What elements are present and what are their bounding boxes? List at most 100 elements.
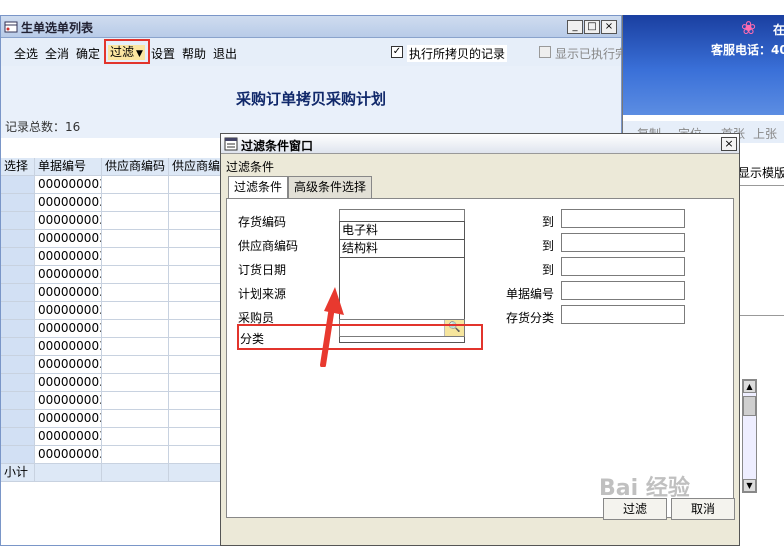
row-select-cell[interactable]	[1, 392, 35, 410]
column-header[interactable]: 供应商编码	[102, 158, 169, 176]
row-select-cell[interactable]	[1, 374, 35, 392]
document-number-cell: 000000003	[35, 374, 102, 392]
row-select-cell[interactable]	[1, 428, 35, 446]
supplier-code-cell	[102, 176, 169, 194]
row-select-cell[interactable]	[1, 212, 35, 230]
confirm-button[interactable]: 确定	[76, 45, 100, 62]
maximize-button[interactable]: □	[584, 20, 600, 34]
service-phone: 客服电话：40	[711, 43, 784, 57]
document-no-input[interactable]	[561, 281, 685, 300]
dialog-window-icon	[224, 137, 238, 151]
supplier-code-cell	[102, 374, 169, 392]
subtotal-label: 小计	[1, 464, 35, 482]
to-label: 到	[542, 263, 555, 277]
supplier-code-to-input[interactable]	[561, 233, 685, 252]
row-select-cell[interactable]	[1, 266, 35, 284]
row-select-cell[interactable]	[1, 230, 35, 248]
inventory-category-label: 存货分类	[506, 311, 555, 325]
watermark: Bai 经验	[599, 476, 690, 501]
supplier-code-cell	[102, 410, 169, 428]
supplier-code-label: 供应商编码	[238, 239, 299, 253]
settings-button[interactable]: 设置	[151, 45, 175, 62]
document-number-cell: 000000003	[35, 428, 102, 446]
help-button[interactable]: 帮助	[182, 45, 206, 62]
column-header[interactable]: 单据编号	[35, 158, 102, 176]
execute-all-checkbox[interactable]: ✓	[391, 46, 403, 58]
supplier-code-cell	[102, 266, 169, 284]
main-toolbar: 全选 全消 确定 过滤 ▼ 设置 帮助 退出 ✓ 执行所拷贝的记录 显示已执行完	[1, 38, 627, 66]
supplier-code-cell	[102, 230, 169, 248]
document-number-cell: 000000003	[35, 302, 102, 320]
header-area: 采购订单拷贝采购计划 记录总数：16	[1, 66, 621, 138]
minimize-button[interactable]: _	[567, 20, 583, 34]
arrow-icon	[320, 287, 344, 367]
main-window-title: 生单选单列表	[21, 21, 94, 35]
row-select-cell[interactable]	[1, 410, 35, 428]
order-date-label: 订货日期	[238, 263, 287, 277]
document-number-cell: 000000003	[35, 338, 102, 356]
supplier-code-cell	[102, 338, 169, 356]
row-select-cell[interactable]	[1, 284, 35, 302]
supplier-code-cell	[102, 212, 169, 230]
execute-all-label: 执行所拷贝的记录	[407, 45, 508, 62]
row-select-cell[interactable]	[1, 446, 35, 464]
order-date-to-input[interactable]	[561, 257, 685, 276]
document-number-cell: 000000003	[35, 230, 102, 248]
template-label: 显示模版	[738, 166, 784, 180]
prev-button[interactable]: 上张	[753, 125, 777, 142]
row-select-cell[interactable]	[1, 194, 35, 212]
document-number-cell: 000000003	[35, 392, 102, 410]
online-service-label: 在	[773, 23, 784, 37]
supplier-code-cell	[102, 356, 169, 374]
row-select-cell[interactable]	[1, 248, 35, 266]
main-title-bar: 生单选单列表 _ □ ×	[1, 16, 621, 38]
filter-button[interactable]: 过滤 ▼	[108, 45, 145, 60]
row-select-cell[interactable]	[1, 302, 35, 320]
show-executed-checkbox[interactable]	[539, 46, 551, 58]
document-number-cell: 000000003	[35, 356, 102, 374]
dialog-title: 过滤条件窗口	[241, 139, 314, 153]
row-select-cell[interactable]	[1, 320, 35, 338]
filter-dialog: 过滤条件窗口 × 过滤条件 过滤条件 高级条件选择 存货编码 供应商编码 订货日…	[220, 133, 740, 546]
inventory-category-input[interactable]	[561, 305, 685, 324]
column-header[interactable]: 选择	[1, 158, 35, 176]
document-number-cell: 000000003	[35, 320, 102, 338]
supplier-code-cell	[102, 446, 169, 464]
supplier-code-cell	[102, 320, 169, 338]
chevron-down-icon: ▼	[136, 49, 143, 59]
close-button[interactable]: ×	[601, 20, 617, 34]
to-label: 到	[542, 239, 555, 253]
document-number-cell: 000000003	[35, 194, 102, 212]
filter-button-label: 过滤	[110, 45, 135, 59]
category-highlight	[237, 324, 483, 350]
tab-filter-conditions[interactable]: 过滤条件	[228, 176, 289, 199]
list-item[interactable]: 结构料	[340, 240, 464, 258]
tab-advanced-conditions[interactable]: 高级条件选择	[288, 176, 373, 198]
inventory-code-label: 存货编码	[238, 215, 287, 229]
scroll-thumb[interactable]	[743, 396, 756, 416]
vertical-scrollbar[interactable]: ▲ ▼	[742, 379, 757, 493]
supplier-code-cell	[102, 392, 169, 410]
document-number-cell: 000000003	[35, 284, 102, 302]
scroll-up-icon[interactable]: ▲	[743, 380, 756, 393]
plan-source-label: 计划来源	[238, 287, 287, 301]
scroll-down-icon[interactable]: ▼	[743, 479, 756, 492]
document-number-cell: 000000003	[35, 410, 102, 428]
select-all-button[interactable]: 全选	[14, 45, 38, 62]
document-number-cell: 000000003	[35, 266, 102, 284]
supplier-code-cell	[102, 194, 169, 212]
row-select-cell[interactable]	[1, 338, 35, 356]
record-count: 记录总数：16	[5, 118, 80, 135]
exit-button[interactable]: 退出	[213, 45, 237, 62]
section-label: 过滤条件	[226, 160, 275, 174]
document-number-cell: 000000003	[35, 176, 102, 194]
deselect-all-button[interactable]: 全消	[45, 45, 69, 62]
dialog-close-button[interactable]: ×	[721, 137, 737, 151]
row-select-cell[interactable]	[1, 176, 35, 194]
to-label: 到	[542, 215, 555, 229]
inventory-code-to-input[interactable]	[561, 209, 685, 228]
document-no-label: 单据编号	[506, 287, 555, 301]
row-select-cell[interactable]	[1, 356, 35, 374]
list-item[interactable]: 电子料	[340, 222, 464, 240]
show-executed-label: 显示已执行完	[555, 47, 628, 61]
